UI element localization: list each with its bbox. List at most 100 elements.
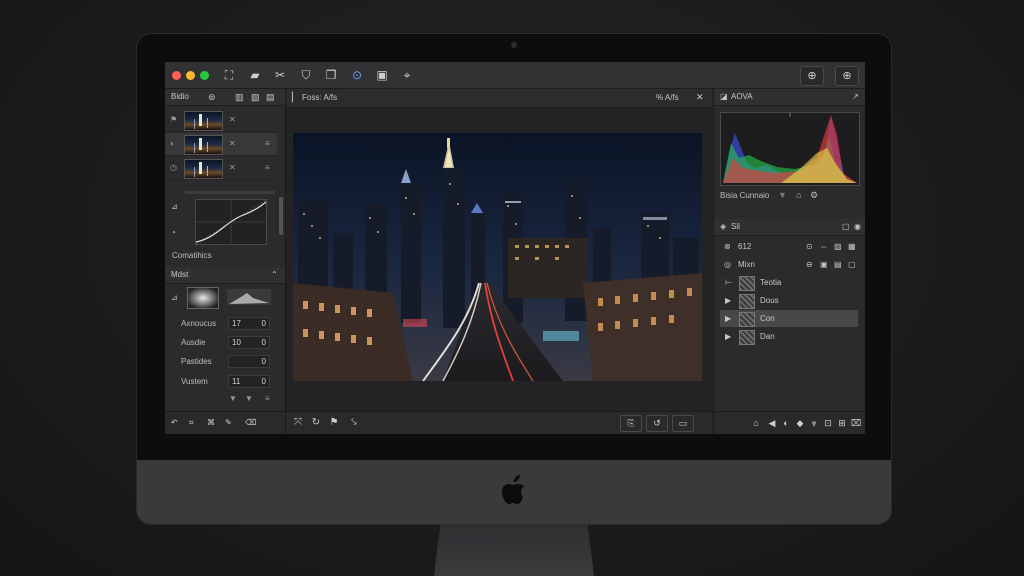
- layer-item-selected[interactable]: ▶ Con: [720, 310, 858, 327]
- blend-row[interactable]: ◎ Mixn ⊖ ▣ ▤ ▢: [720, 256, 858, 273]
- compare-button[interactable]: ⎘: [620, 415, 642, 432]
- slider-value-field[interactable]: 11 0: [228, 375, 270, 388]
- export-icon[interactable]: ▣: [374, 67, 390, 83]
- thumbnail-row[interactable]: ◐ ✕ ≡: [165, 133, 277, 156]
- settings-icon[interactable]: ⊚: [208, 89, 216, 105]
- fullscreen-button[interactable]: ▭: [672, 415, 694, 432]
- layer-expand-icon[interactable]: ▶: [725, 328, 731, 345]
- minimize-button[interactable]: [186, 71, 195, 80]
- rotate-icon[interactable]: ↻: [308, 416, 324, 430]
- layers-header: ◈ Sil ▢ ◉: [714, 219, 865, 236]
- visibility-icon[interactable]: ◎: [724, 256, 731, 273]
- delete-layer-icon[interactable]: ⌧: [850, 417, 862, 429]
- layer-item[interactable]: ▶ Dous: [720, 292, 858, 309]
- adjust-icon[interactable]: ✂: [272, 67, 288, 83]
- layer-item[interactable]: ▶ Dan: [720, 328, 858, 345]
- opacity-value: 612: [738, 242, 752, 251]
- histogram-header: ◪ AOVA ↗: [714, 89, 865, 106]
- mask-icon[interactable]: ⊿: [171, 293, 178, 302]
- slider-value: 17: [232, 319, 241, 328]
- triangle-down-icon[interactable]: ▼: [229, 394, 237, 403]
- duplicate-icon[interactable]: ⊡: [822, 417, 834, 429]
- expand-icon[interactable]: ↗: [852, 89, 859, 105]
- thumbnail-scroll-track[interactable]: [185, 191, 275, 194]
- sync-button[interactable]: ⊕: [800, 66, 824, 86]
- layer-expand-icon[interactable]: ▶: [725, 310, 731, 327]
- crop-icon[interactable]: ⛶: [221, 67, 237, 83]
- folder-icon[interactable]: ▰: [247, 67, 263, 83]
- night-city-photo[interactable]: [293, 133, 702, 381]
- compare-view-icon[interactable]: ▧: [251, 89, 260, 105]
- clip-icon[interactable]: ▣: [820, 256, 828, 273]
- slider-value-field[interactable]: 17 0: [228, 317, 270, 330]
- info-icon[interactable]: ⌂: [796, 190, 801, 200]
- channel-dropdown-icon[interactable]: ▼: [778, 190, 787, 200]
- close-button[interactable]: [172, 71, 181, 80]
- curve-point-icon[interactable]: ◔: [171, 228, 176, 237]
- zoom-label[interactable]: % A/fs: [656, 93, 679, 102]
- slider-value-field[interactable]: 10 0: [228, 336, 270, 349]
- layer-options-icon[interactable]: ▢: [842, 219, 850, 235]
- adjust-layer-icon[interactable]: ⊖: [806, 256, 813, 273]
- brush-tool-icon[interactable]: ✎: [225, 418, 232, 427]
- curve-channel-icon[interactable]: ⊿: [171, 202, 178, 211]
- eraser-tool-icon[interactable]: ⌫: [245, 418, 256, 427]
- histogram-title: AOVA: [731, 92, 753, 101]
- panel-scrollbar[interactable]: [279, 197, 283, 235]
- move-up-icon[interactable]: ◀: [766, 417, 778, 429]
- heal-tool-icon[interactable]: ⌘: [207, 418, 215, 427]
- collapse-icon[interactable]: ⌃: [271, 267, 278, 283]
- thumbnail-image[interactable]: [184, 135, 223, 155]
- options-icon[interactable]: ⚙: [810, 190, 818, 201]
- select-icon[interactable]: ⌖: [399, 67, 415, 83]
- layer-thumbnail: [739, 312, 755, 327]
- more-icon[interactable]: ≡: [265, 163, 270, 172]
- lock-icon[interactable]: ⌂: [750, 417, 762, 429]
- triangle-down-icon[interactable]: ▼: [245, 394, 253, 403]
- new-layer-icon[interactable]: ▢: [848, 256, 856, 273]
- flag-tool-icon[interactable]: ⚑: [326, 416, 342, 430]
- group-layer-icon[interactable]: ⊞: [836, 417, 848, 429]
- opacity-row[interactable]: ⊗ 612 ⊙ ⇔ ▨ ▦: [720, 238, 858, 255]
- layer-name: Dan: [760, 332, 775, 341]
- library-header: Bidio ⊚ ▥ ▧ ▤: [165, 89, 285, 106]
- layers-icon[interactable]: ❐: [323, 67, 339, 83]
- thumbnail-image[interactable]: [184, 111, 223, 131]
- menu-icon[interactable]: ≡: [265, 394, 270, 403]
- group-icon[interactable]: ▤: [834, 256, 842, 273]
- grid-view-icon[interactable]: ▥: [235, 89, 244, 105]
- slider-offset: 0: [261, 357, 266, 366]
- mask-add-icon[interactable]: ▨: [834, 238, 842, 255]
- zoom-button[interactable]: [200, 71, 209, 80]
- mask-preview[interactable]: [187, 287, 219, 309]
- layer-lock-icon[interactable]: ◉: [854, 219, 861, 235]
- layer-item[interactable]: ⊢ Teotia: [720, 274, 858, 291]
- fx-icon[interactable]: ⊙: [806, 238, 813, 255]
- crop-tool-icon[interactable]: ⌗: [189, 418, 194, 428]
- stamp-icon[interactable]: ⛉: [298, 67, 314, 83]
- adjustment-icon[interactable]: ◆: [794, 417, 806, 429]
- layer-expand-icon[interactable]: ⊢: [725, 274, 732, 291]
- brush-icon[interactable]: ⊙: [349, 67, 365, 83]
- link-icon[interactable]: ⇔: [820, 238, 828, 255]
- close-view-icon[interactable]: ✕: [696, 92, 704, 103]
- library-header-label: Bidio: [171, 92, 189, 101]
- move-down-icon[interactable]: ⩔: [808, 417, 820, 429]
- tone-curve-graph[interactable]: [195, 199, 267, 245]
- transform-icon[interactable]: ⤧: [290, 416, 306, 430]
- mask-icon[interactable]: ◐: [780, 417, 792, 429]
- more-icon[interactable]: ≡: [265, 139, 270, 148]
- share-button[interactable]: ⊕: [835, 66, 859, 86]
- thumbnail-row[interactable]: ⚑ ✕: [165, 109, 277, 132]
- history-button[interactable]: ↺: [646, 415, 668, 432]
- slider-offset: 0: [261, 338, 266, 347]
- thumbnail-row[interactable]: ◷ ✕ ≡: [165, 157, 277, 180]
- slider-value-field[interactable]: 0: [228, 355, 270, 368]
- undo-icon[interactable]: ↶: [171, 418, 178, 427]
- gradient-preview[interactable]: [227, 289, 271, 305]
- pen-icon[interactable]: ⤥: [346, 416, 362, 430]
- layer-expand-icon[interactable]: ▶: [725, 292, 731, 309]
- thumbnail-image[interactable]: [184, 159, 223, 179]
- filter-icon[interactable]: ▦: [848, 238, 856, 255]
- single-view-icon[interactable]: ▤: [266, 89, 275, 105]
